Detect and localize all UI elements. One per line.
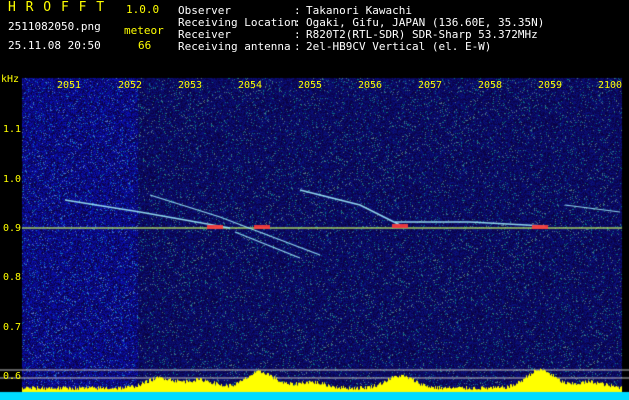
y-tick: 1.1 [3,124,22,135]
x-tick: 2059 [538,80,563,91]
app-logo: H R O F F T [8,0,106,15]
y-tick: 0.6 [3,371,22,382]
x-tick: 2054 [238,80,263,91]
y-tick: 0.9 [3,223,22,234]
info-separator: : [294,40,301,53]
x-tick: 2056 [358,80,383,91]
y-tick: 1.0 [3,174,22,185]
x-tick: 2058 [478,80,503,91]
info-key: Receiving antenna [178,40,291,53]
app-version: 1.0.0 [126,3,160,16]
x-tick: 2057 [418,80,443,91]
x-tick: 2051 [57,80,82,91]
y-tick: 0.7 [3,322,22,333]
type-label: meteor [124,24,164,37]
x-tick: 2053 [178,80,203,91]
axis-unit: kHz [1,74,20,85]
x-tick: 2052 [118,80,143,91]
date-time: 25.11.08 20:50 [8,39,101,52]
x-tick: 2100 [598,80,623,91]
info-value: 2el-HB9CV Vertical (el. E-W) [306,40,492,53]
spectrogram [0,0,629,400]
file-name: 2511082050.png [8,20,101,33]
x-tick: 2055 [298,80,323,91]
event-count: 66 [138,39,152,52]
y-tick: 0.8 [3,272,22,283]
